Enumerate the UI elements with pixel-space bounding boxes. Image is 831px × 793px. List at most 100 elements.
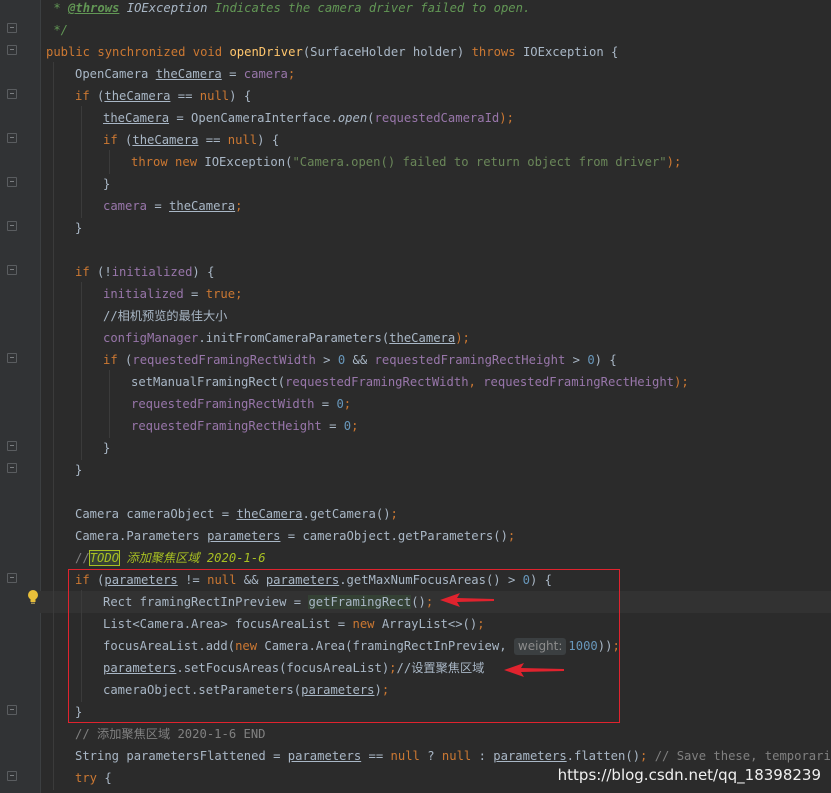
- indent-guide: [81, 150, 82, 174]
- fold-marker-icon[interactable]: [7, 221, 17, 231]
- code-line: if (!initialized) {: [40, 260, 831, 284]
- fold-marker-icon[interactable]: [7, 441, 17, 451]
- code-line: String parametersFlattened = parameters …: [40, 744, 831, 768]
- indent-guide: [81, 128, 82, 152]
- indent-guide: [53, 150, 54, 174]
- watermark-text: https://blog.csdn.net/qq_18398239: [557, 766, 821, 784]
- indent-guide: [53, 172, 54, 196]
- code-line: OpenCamera theCamera = camera;: [40, 62, 831, 86]
- indent-guide: [81, 106, 82, 130]
- indent-guide: [81, 436, 82, 460]
- indent-guide: [53, 128, 54, 152]
- throws-doc-tag: @throws: [68, 1, 120, 15]
- indent-guide: [53, 194, 54, 218]
- indent-guide: [53, 62, 54, 86]
- indent-guide: [53, 304, 54, 328]
- annotation-box: [68, 569, 620, 723]
- code-line: Camera cameraObject = theCamera.getCamer…: [40, 502, 831, 526]
- annotation-arrow-icon: [440, 593, 494, 607]
- code-line: camera = theCamera;: [40, 194, 831, 218]
- code-line: if (requestedFramingRectWidth > 0 && req…: [40, 348, 831, 372]
- indent-guide: [53, 766, 54, 790]
- indent-guide: [53, 502, 54, 526]
- code-line: theCamera = OpenCameraInterface.open(req…: [40, 106, 831, 130]
- indent-guide: [53, 414, 54, 438]
- indent-guide: [81, 414, 82, 438]
- code-line: }: [40, 216, 831, 240]
- indent-guide: [53, 106, 54, 130]
- indent-guide: [53, 656, 54, 680]
- fold-marker-icon[interactable]: [7, 45, 17, 55]
- indent-guide: [53, 590, 54, 614]
- indent-guide: [53, 436, 54, 460]
- lightbulb-icon[interactable]: [27, 589, 39, 609]
- indent-guide: [81, 282, 82, 306]
- code-line: }: [40, 172, 831, 196]
- indent-guide: [53, 524, 54, 548]
- code-line: */: [46, 23, 69, 37]
- indent-guide: [81, 194, 82, 218]
- indent-guide: [109, 150, 110, 174]
- indent-guide: [81, 370, 82, 394]
- indent-guide: [109, 414, 110, 438]
- indent-guide: [53, 480, 54, 504]
- code-line: [40, 238, 831, 262]
- code-line: // 添加聚焦区域 2020-1-6 END: [40, 722, 831, 746]
- todo-marker: TODO: [88, 550, 121, 566]
- fold-marker-icon[interactable]: [7, 265, 17, 275]
- indent-guide: [53, 392, 54, 416]
- code-line: requestedFramingRectWidth = 0;: [40, 392, 831, 416]
- indent-guide: [53, 568, 54, 592]
- fold-marker-icon[interactable]: [7, 89, 17, 99]
- indent-guide: [109, 370, 110, 394]
- indent-guide: [81, 348, 82, 372]
- method-name[interactable]: openDriver: [229, 45, 302, 59]
- indent-guide: [53, 546, 54, 570]
- indent-guide: [81, 392, 82, 416]
- code-line: public synchronized void openDriver(Surf…: [46, 45, 619, 59]
- code-line: [40, 480, 831, 504]
- indent-guide: [53, 744, 54, 768]
- fold-marker-icon[interactable]: [7, 353, 17, 363]
- indent-guide: [53, 458, 54, 482]
- fold-marker-icon[interactable]: [7, 705, 17, 715]
- indent-guide: [53, 634, 54, 658]
- editor-gutter: [0, 0, 41, 793]
- indent-guide: [81, 326, 82, 350]
- code-line: * @throws IOException Indicates the came…: [46, 1, 531, 15]
- indent-guide: [53, 216, 54, 240]
- indent-guide: [81, 304, 82, 328]
- code-line: throw new IOException("Camera.open() fai…: [40, 150, 831, 174]
- fold-marker-icon[interactable]: [7, 23, 17, 33]
- fold-marker-icon[interactable]: [7, 573, 17, 583]
- code-line: }: [40, 458, 831, 482]
- fold-marker-icon[interactable]: [7, 177, 17, 187]
- indent-guide: [53, 260, 54, 284]
- indent-guide: [53, 700, 54, 724]
- fold-marker-icon[interactable]: [7, 463, 17, 473]
- code-line: setManualFramingRect(requestedFramingRec…: [40, 370, 831, 394]
- code-line: //相机预览的最佳大小: [40, 304, 831, 328]
- fold-marker-icon[interactable]: [7, 771, 17, 781]
- code-line: //TODO 添加聚焦区域 2020-1-6: [40, 546, 831, 570]
- indent-guide: [53, 282, 54, 306]
- indent-guide: [53, 84, 54, 108]
- code-line: configManager.initFromCameraParameters(t…: [40, 326, 831, 350]
- code-line: if (theCamera == null) {: [40, 128, 831, 152]
- code-line: requestedFramingRectHeight = 0;: [40, 414, 831, 438]
- annotation-arrow-icon: [504, 663, 564, 677]
- code-line: Camera.Parameters parameters = cameraObj…: [40, 524, 831, 548]
- indent-guide: [53, 722, 54, 746]
- indent-guide: [53, 326, 54, 350]
- indent-guide: [53, 678, 54, 702]
- indent-guide: [53, 612, 54, 636]
- indent-guide: [53, 238, 54, 262]
- fold-marker-icon[interactable]: [7, 133, 17, 143]
- indent-guide: [109, 392, 110, 416]
- indent-guide: [53, 348, 54, 372]
- code-line: initialized = true;: [40, 282, 831, 306]
- code-line: }: [40, 436, 831, 460]
- indent-guide: [53, 370, 54, 394]
- code-line: if (theCamera == null) {: [40, 84, 831, 108]
- indent-guide: [81, 172, 82, 196]
